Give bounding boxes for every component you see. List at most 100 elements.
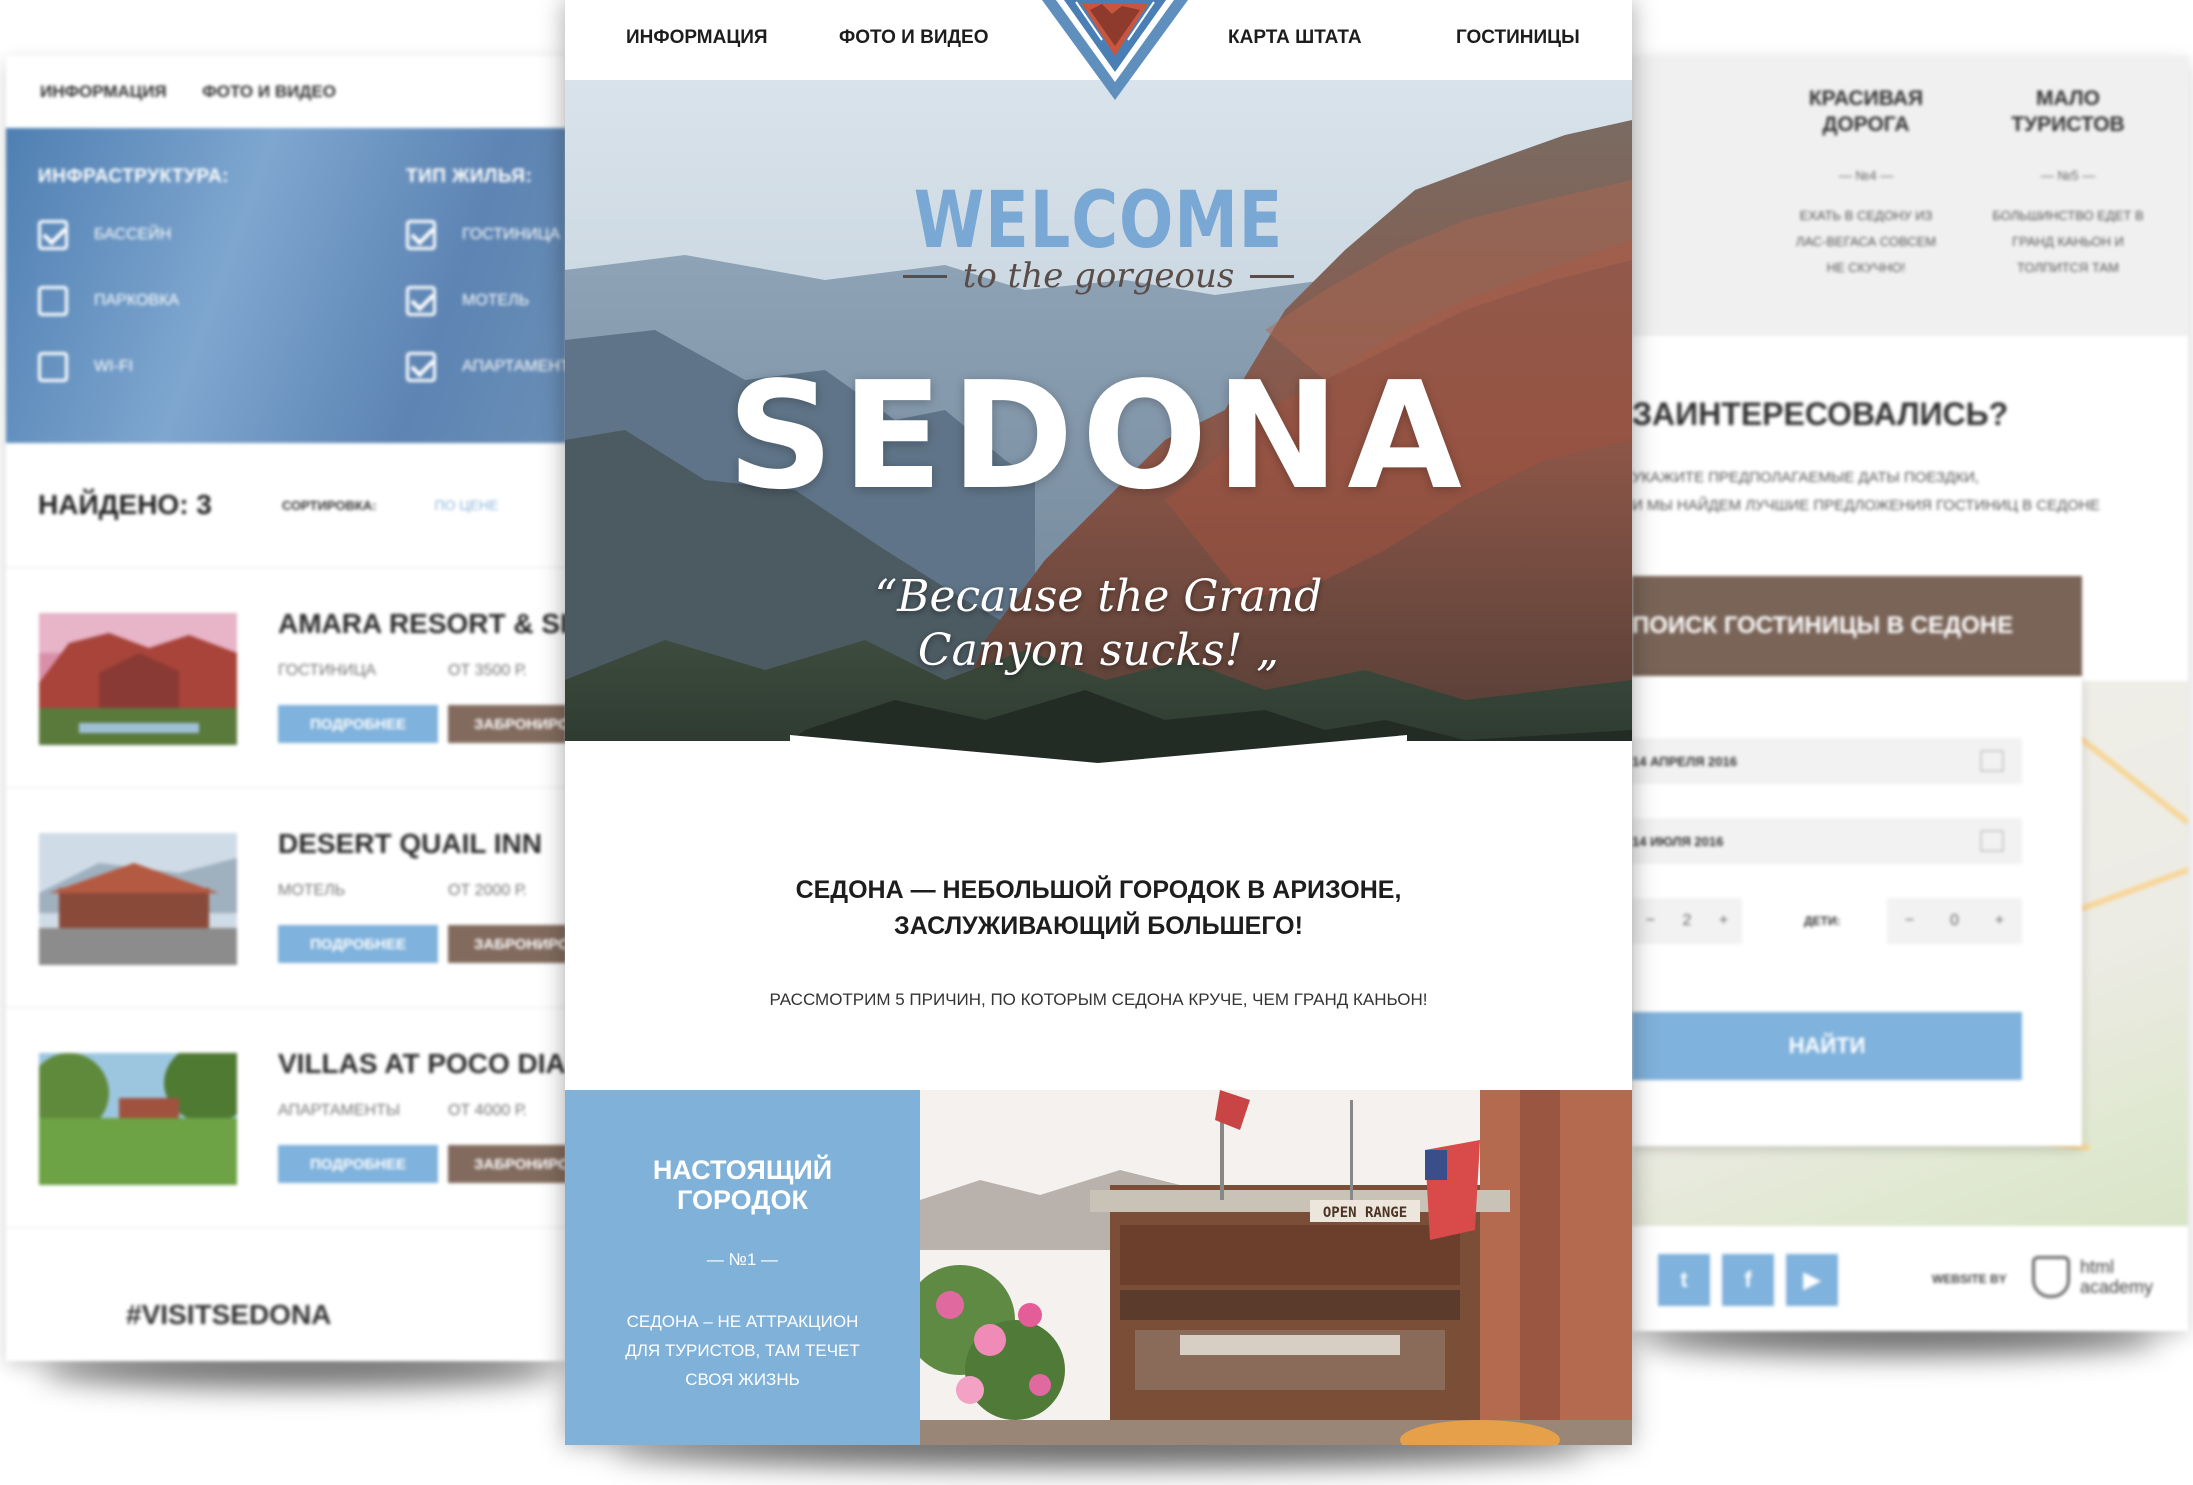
nav-link-media[interactable]: ФОТО И ВИДЕО — [202, 82, 336, 102]
checkbox-checked-icon[interactable] — [406, 352, 436, 382]
checkbox-label: WI-FI — [94, 358, 134, 375]
hero-welcome-heading: WELCOME — [913, 176, 1284, 266]
housing-type-title: ТИП ЖИЛЬЯ: — [406, 166, 533, 187]
youtube-icon[interactable]: ▶ — [1786, 1254, 1838, 1306]
reasons-strip: КРАСИВАЯ ДОРОГА — №4 — ЕХАТЬ В СЕДОНУ ИЗ Л… — [1632, 56, 2188, 336]
minus-button[interactable]: − — [1646, 912, 1655, 930]
infrastructure-filter: ИНФРАСТРУКТУРА: БАССЕЙН ПАРКОВКА WI-FI — [38, 166, 229, 416]
hotel-name[interactable]: VILLAS AT POCO DIABLO — [278, 1048, 566, 1080]
checkbox-wifi[interactable]: WI-FI — [38, 350, 229, 384]
nav-link-info[interactable]: ИНФОРМАЦИЯ — [626, 27, 768, 49]
plus-button[interactable]: + — [1719, 912, 1728, 930]
plus-button[interactable]: + — [1995, 912, 2004, 930]
reason-description: ЕХАТЬ В СЕДОНУ ИЗ ЛАС-ВЕГАСА СОВСЕМ НЕ СКУ… — [1795, 208, 1937, 275]
website-by-label: WEBSITE BY — [1932, 1272, 2007, 1286]
checkbox-unchecked-icon[interactable] — [38, 352, 68, 382]
hotel-card: DESERT QUAIL INN МОТЕЛЬ ОТ 2000 Р. ПОДРО… — [6, 788, 566, 1008]
checkbox-label: АПАРТАМЕНТЫ — [462, 358, 566, 375]
checkbox-motel[interactable]: МОТЕЛЬ — [406, 284, 566, 318]
hero-quote: “Because the Grand Canyon sucks! „ — [874, 571, 1323, 676]
hotel-photo-desert-quail — [39, 833, 237, 965]
mockup-stage: ИНФОРМАЦИЯ ФОТО И ВИДЕО ИНФРАСТРУКТУРА: … — [0, 0, 2193, 1485]
check-out-date-field[interactable]: 14 ИЮЛЯ 2016 — [1632, 818, 2022, 864]
minus-button[interactable]: − — [1905, 912, 1914, 930]
site-footer: t f ▶ WEBSITE BY html academy — [1632, 1226, 2188, 1331]
reasons-search-page-mockup: КРАСИВАЯ ДОРОГА — №4 — ЕХАТЬ В СЕДОНУ ИЗ Л… — [1632, 56, 2188, 1331]
checkbox-parking[interactable]: ПАРКОВКА — [38, 284, 229, 318]
checkbox-checked-icon[interactable] — [406, 286, 436, 316]
hotel-price: ОТ 2000 Р. — [448, 882, 527, 899]
calendar-icon[interactable] — [1980, 830, 2004, 852]
results-count: НАЙДЕНО: 3 — [38, 489, 212, 520]
checkbox-label: БАССЕЙН — [94, 226, 172, 243]
intro-heading: СЕДОНА — НЕБОЛЬШОЙ ГОРОДОК В АРИЗОНЕ, ЗАС… — [795, 876, 1402, 940]
nav-link-info[interactable]: ИНФОРМАЦИЯ — [40, 82, 167, 102]
hotel-search-title: ПОИСК ГОСТИНИЦЫ В СЕДОНЕ — [1632, 576, 2082, 676]
hotel-details-button[interactable]: ПОДРОБНЕЕ — [278, 705, 438, 743]
city-of-sedona-logo[interactable] — [1042, 0, 1188, 104]
checkbox-hotel[interactable]: ГОСТИНИЦА — [406, 218, 566, 252]
checkbox-unchecked-icon[interactable] — [38, 286, 68, 316]
reason-card: КРАСИВАЯ ДОРОГА — №4 — ЕХАТЬ В СЕДОНУ ИЗ Л… — [1756, 86, 1976, 281]
hotel-card: AMARA RESORT & SPA ГОСТИНИЦА ОТ 3500 Р. … — [6, 568, 566, 788]
hashtag[interactable]: #VISITSEDONA — [126, 1299, 331, 1331]
landing-page-mockup: ИНФОРМАЦИЯ ФОТО И ВИДЕО КАРТА ШТАТА ГОСТ… — [565, 0, 1632, 1445]
hotel-book-button[interactable]: ЗАБРОНИРОВАТЬ — [448, 925, 566, 963]
reason-number: — №5 — — [2040, 168, 2096, 183]
checkbox-pool[interactable]: БАССЕЙН — [38, 218, 229, 252]
hotels-page-mockup: ИНФОРМАЦИЯ ФОТО И ВИДЕО ИНФРАСТРУКТУРА: … — [6, 56, 566, 1361]
children-stepper[interactable]: − 0 + — [1887, 898, 2022, 944]
hotel-details-button[interactable]: ПОДРОБНЕЕ — [278, 925, 438, 963]
checkbox-apartments[interactable]: АПАРТАМЕНТЫ — [406, 350, 566, 384]
nav-link-hotels[interactable]: ГОСТИНИЦЫ — [1456, 27, 1580, 49]
hotel-price: ОТ 3500 Р. — [448, 662, 527, 679]
hotel-type: МОТЕЛЬ — [278, 882, 346, 899]
hotel-card: VILLAS AT POCO DIABLO АПАРТАМЕНТЫ ОТ 400… — [6, 1008, 566, 1228]
hotel-book-button[interactable]: ЗАБРОНИРОВАТЬ — [448, 1145, 566, 1183]
reason-description: СЕДОНА – НЕ АТТРАКЦИОН ДЛЯ ТУРИСТОВ, ТАМ … — [625, 1312, 860, 1389]
html-academy-logo[interactable]: html academy — [2032, 1256, 2153, 1298]
housing-type-filter: ТИП ЖИЛЬЯ: ГОСТИНИЦА МОТЕЛЬ АПАРТАМЕНТЫ — [406, 166, 566, 416]
hotel-photo-villas — [39, 1053, 237, 1185]
sort-by-price-link[interactable]: ПО ЦЕНЕ — [435, 497, 499, 513]
hotels-page-nav: ИНФОРМАЦИЯ ФОТО И ВИДЕО — [6, 56, 566, 128]
search-submit-button[interactable]: НАЙТИ — [1632, 1012, 2022, 1080]
reason-title: КРАСИВАЯ ДОРОГА — [1808, 87, 1924, 136]
hotel-name[interactable]: DESERT QUAIL INN — [278, 828, 542, 860]
infrastructure-title: ИНФРАСТРУКТУРА: — [38, 166, 229, 187]
hero-subtitle-row: to the gorgeous — [565, 256, 1632, 296]
facebook-icon[interactable]: f — [1722, 1254, 1774, 1306]
decorative-dash — [1250, 274, 1295, 278]
sedona-town-photo: OPEN RANGE — [920, 1090, 1632, 1445]
hotel-photo-amara — [39, 613, 237, 745]
results-bar: НАЙДЕНО: 3 СОРТИРОВКА: ПО ЦЕНЕ — [6, 443, 566, 568]
interested-text: УКАЖИТЕ ПРЕДПОЛАГАЕМЫЕ ДАТЫ ПОЕЗДКИ, И МЫ… — [1632, 469, 2100, 514]
open-range-sign: OPEN RANGE — [1323, 1205, 1407, 1221]
checkbox-checked-icon[interactable] — [406, 220, 436, 250]
checkbox-label: ПАРКОВКА — [94, 292, 180, 309]
decorative-dash — [902, 274, 947, 278]
children-value[interactable]: 0 — [1950, 912, 1959, 930]
hotel-book-button[interactable]: ЗАБРОНИРОВАТЬ — [448, 705, 566, 743]
adults-stepper[interactable]: − 2 + — [1632, 898, 1742, 944]
reason-card: МАЛО ТУРИСТОВ — №5 — БОЛЬШИНСТВО ЕДЕТ В ГР… — [1958, 86, 2178, 281]
hotel-name[interactable]: AMARA RESORT & SPA — [278, 608, 566, 640]
check-in-date-field[interactable]: 14 АПРЕЛЯ 2016 — [1632, 738, 2022, 784]
intro-subheading: РАССМОТРИМ 5 ПРИЧИН, ПО КОТОРЫМ СЕДОНА К… — [769, 990, 1428, 1009]
hero-title: SEDONA — [727, 350, 1470, 522]
sort-label: СОРТИРОВКА: — [281, 497, 377, 513]
nav-link-state-map[interactable]: КАРТА ШТАТА — [1228, 27, 1362, 49]
calendar-icon[interactable] — [1980, 750, 2004, 772]
checkbox-label: МОТЕЛЬ — [462, 292, 530, 309]
hotel-details-button[interactable]: ПОДРОБНЕЕ — [278, 1145, 438, 1183]
twitter-icon[interactable]: t — [1658, 1254, 1710, 1306]
reason-card-1: НАСТОЯЩИЙ ГОРОДОК — №1 — СЕДОНА – НЕ АТТР… — [565, 1090, 920, 1445]
hotels-page-footer: #VISITSEDONA — [6, 1271, 566, 1361]
hotel-type: АПАРТАМЕНТЫ — [278, 1102, 401, 1119]
nav-link-media[interactable]: ФОТО И ВИДЕО — [839, 27, 989, 49]
hero-banner: WELCOME to the gorgeous SEDONA “Because … — [565, 80, 1632, 795]
hotel-price: ОТ 4000 Р. — [448, 1102, 527, 1119]
adults-value[interactable]: 2 — [1683, 912, 1692, 930]
reason-number: — №1 — — [706, 1250, 779, 1269]
checkbox-checked-icon[interactable] — [38, 220, 68, 250]
